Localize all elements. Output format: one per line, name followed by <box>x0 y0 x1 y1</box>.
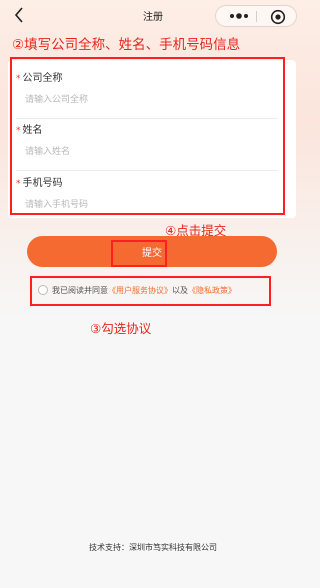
capsule-divider <box>256 11 257 22</box>
agreement-row: 我已阅读并同意 《用户服务协议》 以及 《隐私政策》 <box>38 282 236 298</box>
field-divider <box>16 118 278 119</box>
required-mark: * <box>16 126 21 136</box>
more-dots-icon[interactable] <box>228 11 250 21</box>
submit-button[interactable]: 提交 <box>27 236 277 267</box>
nav-bar: 注册 <box>0 0 306 30</box>
annotation-step3: ③勾选协议 <box>90 321 152 336</box>
agreement-checkbox[interactable] <box>38 285 48 295</box>
company-name-field: * 公司全称 <box>16 72 278 106</box>
submit-label: 提交 <box>142 248 162 259</box>
name-field: * 姓名 <box>16 124 278 158</box>
field-divider <box>16 170 278 171</box>
phone-input[interactable] <box>25 199 265 211</box>
agreement-connector: 以及 <box>172 285 188 295</box>
mini-program-capsule <box>215 5 297 27</box>
annotation-step2: ②填写公司全称、姓名、手机号码信息 <box>12 37 241 53</box>
footer-credit: 技术支持：深圳市笃实科技有限公司 <box>89 543 217 552</box>
name-input[interactable] <box>25 146 265 158</box>
privacy-policy-link[interactable]: 《隐私政策》 <box>188 285 236 296</box>
name-label: * 姓名 <box>16 125 43 136</box>
company-name-label: * 公司全称 <box>16 73 63 84</box>
phone-field: * 手机号码 <box>16 177 278 211</box>
required-mark: * <box>16 179 21 189</box>
required-mark: * <box>16 74 21 84</box>
user-agreement-link[interactable]: 《用户服务协议》 <box>108 285 172 296</box>
target-close-icon[interactable] <box>270 9 286 25</box>
phone-label: * 手机号码 <box>16 178 63 189</box>
agreement-prefix: 我已阅读并同意 <box>52 285 108 295</box>
company-name-input[interactable] <box>25 94 265 106</box>
